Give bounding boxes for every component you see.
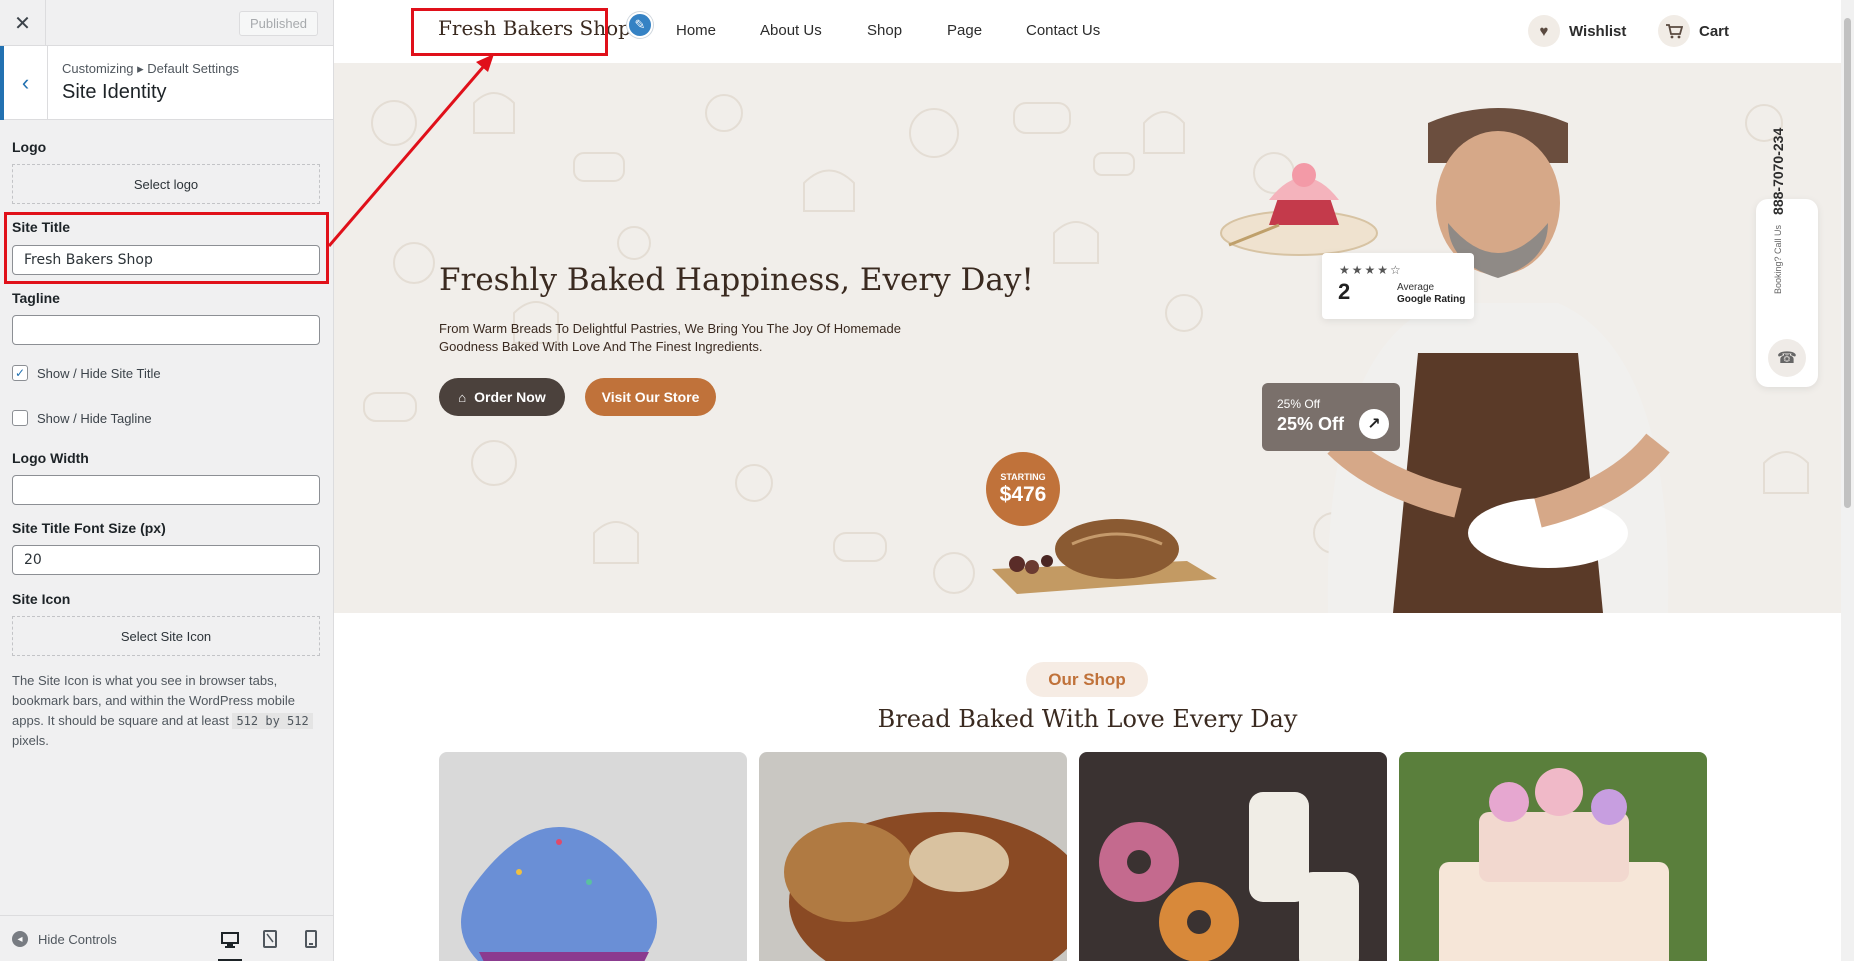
logo-width-input[interactable] (12, 475, 320, 505)
booking-label: Booking? Call Us (1772, 224, 1783, 294)
price-value: $476 (999, 483, 1047, 506)
pencil-icon[interactable]: ✎ (627, 12, 653, 38)
hero-section: Freshly Baked Happiness, Every Day! From… (334, 63, 1841, 613)
product-card-donuts[interactable] (1079, 752, 1387, 961)
logo-label: Logo (12, 139, 47, 155)
booking-call-card[interactable]: Booking? Call Us 888-7070-234 ☎ (1756, 128, 1818, 387)
show-tagline-checkbox-row[interactable]: Show / Hide Tagline (12, 410, 152, 426)
section-header: ‹ Customizing ▸ Default Settings Site Id… (0, 46, 333, 120)
discount-card: 25% Off 25% Off ↗ (1262, 383, 1400, 451)
nav-shop[interactable]: Shop (867, 22, 902, 39)
order-now-button[interactable]: ⌂ Order Now (439, 378, 565, 416)
preview-scrollbar[interactable] (1841, 0, 1854, 961)
arrow-up-right-icon[interactable]: ↗ (1359, 409, 1389, 439)
shop-section-title: Bread Baked With Love Every Day (877, 705, 1298, 733)
select-logo-button[interactable]: Select logo (12, 164, 320, 204)
rating-card: ★★★★☆ 2 Average Google Rating (1322, 253, 1474, 319)
font-size-label: Site Title Font Size (px) (12, 520, 166, 536)
rating-stars: ★★★★☆ (1339, 263, 1403, 277)
site-title-preview-highlight-box (411, 8, 608, 56)
tagline-input[interactable] (12, 315, 320, 345)
discount-big-label: 25% Off (1277, 414, 1345, 434)
booking-text: Booking? Call Us 888-7070-234 (1769, 128, 1787, 294)
tagline-label: Tagline (12, 290, 60, 306)
mobile-icon[interactable] (299, 928, 323, 950)
rating-value: 2 (1338, 279, 1351, 304)
customizer-header: ✕ Published (0, 0, 333, 46)
site-icon-label: Site Icon (12, 591, 71, 607)
breadcrumb: Customizing ▸ Default Settings (62, 61, 240, 76)
cart-label: Cart (1699, 22, 1730, 40)
product-card-cake[interactable] (1399, 752, 1707, 961)
customizer-footer: ◂ Hide Controls (0, 915, 333, 961)
tagline-checkbox[interactable] (12, 410, 28, 426)
phone-icon[interactable]: ☎ (1768, 339, 1806, 377)
eye-icon: ◂ (12, 931, 28, 947)
site-preview: Fresh Bakers Shop ✎ Home About Us Shop P… (334, 0, 1841, 961)
scrollbar-thumb[interactable] (1844, 18, 1851, 508)
close-icon[interactable]: ✕ (0, 0, 46, 46)
hero-description: From Warm Breads To Delightful Pastries,… (439, 321, 901, 354)
site-icon-description: The Site Icon is what you see in browser… (12, 671, 324, 751)
checkmark-icon[interactable]: ✓ (12, 365, 28, 381)
price-badge: STARTING $476 (986, 452, 1060, 526)
show-title-label: Show / Hide Site Title (37, 365, 161, 381)
hide-controls-label: Hide Controls (38, 931, 117, 947)
wishlist-link[interactable]: ♥ Wishlist (1528, 15, 1626, 47)
chef-image (1327, 108, 1670, 613)
nav-home[interactable]: Home (676, 22, 716, 39)
logo-width-label: Logo Width (12, 450, 89, 466)
heart-icon: ♥ (1528, 15, 1560, 47)
font-size-input[interactable]: 20 (12, 545, 320, 575)
chevron-left-icon[interactable]: ‹ (0, 46, 48, 120)
cart-link[interactable]: Cart (1658, 15, 1729, 47)
show-tagline-label: Show / Hide Tagline (37, 410, 152, 426)
cart-icon (1658, 15, 1690, 47)
price-small-label: STARTING (1000, 472, 1046, 482)
visit-store-button[interactable]: Visit Our Store (585, 378, 716, 416)
tablet-icon[interactable] (258, 928, 282, 950)
site-title-highlight-box (4, 212, 329, 284)
our-shop-pill: Our Shop (1026, 662, 1148, 697)
booking-number[interactable]: 888-7070-234 (1770, 128, 1786, 215)
product-card-bread[interactable] (759, 752, 1067, 961)
hide-controls-button[interactable]: ◂ Hide Controls (12, 931, 117, 947)
cake-icon: ⌂ (458, 389, 467, 405)
select-site-icon-button[interactable]: Select Site Icon (12, 616, 320, 656)
section-title: Site Identity (62, 81, 167, 103)
nav-page[interactable]: Page (947, 22, 982, 39)
rating-source-label: Google Rating (1397, 294, 1466, 305)
published-button[interactable]: Published (239, 11, 318, 36)
desktop-icon[interactable] (218, 928, 242, 961)
nav-about-us[interactable]: About Us (760, 22, 822, 39)
rating-average-label: Average (1397, 282, 1435, 293)
hero-title: Freshly Baked Happiness, Every Day! (439, 262, 1034, 298)
nav-contact-us[interactable]: Contact Us (1026, 22, 1100, 39)
customizer-sidebar: ✕ Published ‹ Customizing ▸ Default Sett… (0, 0, 334, 961)
wishlist-label: Wishlist (1569, 22, 1627, 40)
show-title-checkbox-row[interactable]: ✓ Show / Hide Site Title (12, 365, 161, 381)
discount-small-label: 25% Off (1277, 397, 1321, 411)
product-card-cupcake[interactable] (439, 752, 747, 961)
